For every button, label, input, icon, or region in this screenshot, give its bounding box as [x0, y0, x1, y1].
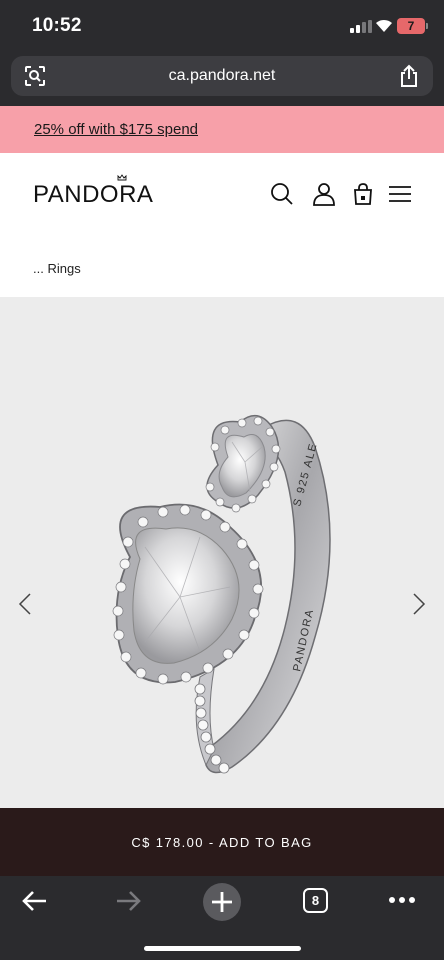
pandora-logo[interactable]: PANDORA	[33, 181, 153, 209]
search-icon[interactable]	[270, 182, 294, 206]
browser-toolbar: 8	[0, 876, 444, 960]
home-indicator	[144, 946, 301, 951]
ring-image: S 925 ALE PANDORA	[112, 414, 331, 774]
wifi-icon	[376, 19, 392, 32]
menu-icon[interactable]	[388, 182, 412, 206]
battery-tip	[426, 23, 428, 29]
plus-icon	[212, 892, 232, 912]
breadcrumb-item-rings[interactable]: Rings	[47, 261, 80, 276]
url-text[interactable]: ca.pandora.net	[11, 67, 433, 85]
crown-icon	[117, 174, 127, 181]
next-image-arrow-icon[interactable]	[412, 592, 426, 616]
breadcrumb: ... Rings	[33, 261, 81, 276]
shopping-bag-icon[interactable]	[353, 182, 373, 206]
status-time: 10:52	[32, 15, 82, 36]
new-tab-button[interactable]	[203, 883, 241, 921]
add-to-bag-button[interactable]: C$ 178.00 - ADD TO BAG	[0, 808, 444, 876]
back-arrow-icon[interactable]	[22, 890, 48, 912]
forward-arrow-icon	[117, 891, 141, 911]
tab-switcher-button[interactable]: 8	[303, 888, 328, 913]
browser-address-area: ca.pandora.net	[0, 54, 444, 108]
share-icon[interactable]	[399, 64, 419, 88]
breadcrumb-area: ... Rings	[0, 233, 444, 297]
site-header: PANDORA	[0, 153, 444, 233]
cellular-signal-icon	[350, 20, 372, 33]
battery-icon: 7	[397, 18, 425, 34]
more-options-icon[interactable]	[388, 896, 416, 904]
add-to-bag-label: C$ 178.00 - ADD TO BAG	[131, 835, 313, 850]
product-image-carousel[interactable]: S 925 ALE PANDORA	[0, 297, 444, 808]
previous-image-arrow-icon[interactable]	[18, 592, 32, 616]
breadcrumb-ellipsis[interactable]: ...	[33, 261, 44, 276]
account-icon[interactable]	[312, 182, 336, 206]
status-bar: 10:52 7	[0, 0, 444, 54]
address-bar[interactable]: ca.pandora.net	[11, 56, 433, 96]
promo-link[interactable]: 25% off with $175 spend	[34, 121, 198, 138]
promo-banner: 25% off with $175 spend	[0, 106, 444, 153]
